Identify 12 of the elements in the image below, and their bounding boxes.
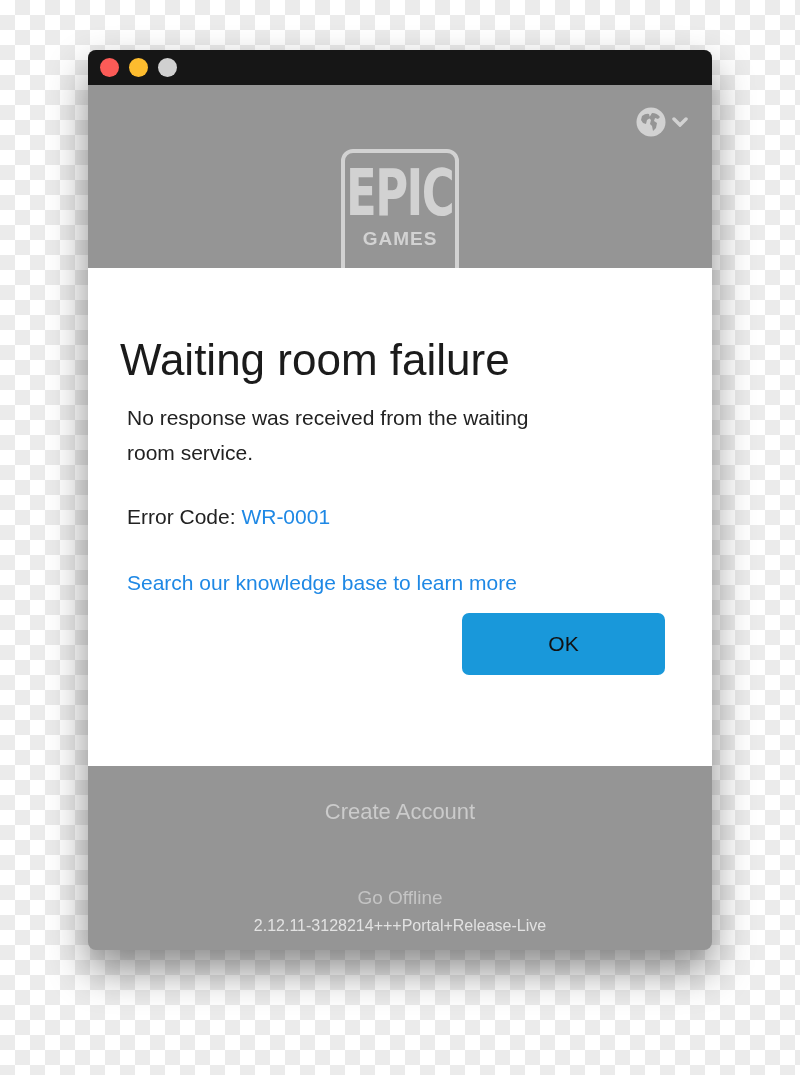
version-text: 2.12.11-3128214+++Portal+Release-Live	[253, 917, 547, 935]
window-control-button[interactable]	[158, 58, 177, 77]
ok-button[interactable]: OK	[462, 613, 665, 675]
logo-text: EPIC	[346, 157, 454, 229]
knowledge-base-link[interactable]: Search our knowledge base to learn more	[127, 571, 517, 594]
window-control-button[interactable]	[100, 58, 119, 77]
error-code-link[interactable]: WR-0001	[241, 505, 331, 528]
dialog-title: Waiting room failure	[120, 334, 511, 386]
error-code-label: Error Code:	[127, 505, 236, 528]
logo-text: GAMES	[362, 229, 438, 249]
window-control-button[interactable]	[129, 58, 148, 77]
error-message: No response was received from the waiting room service.	[127, 405, 530, 466]
